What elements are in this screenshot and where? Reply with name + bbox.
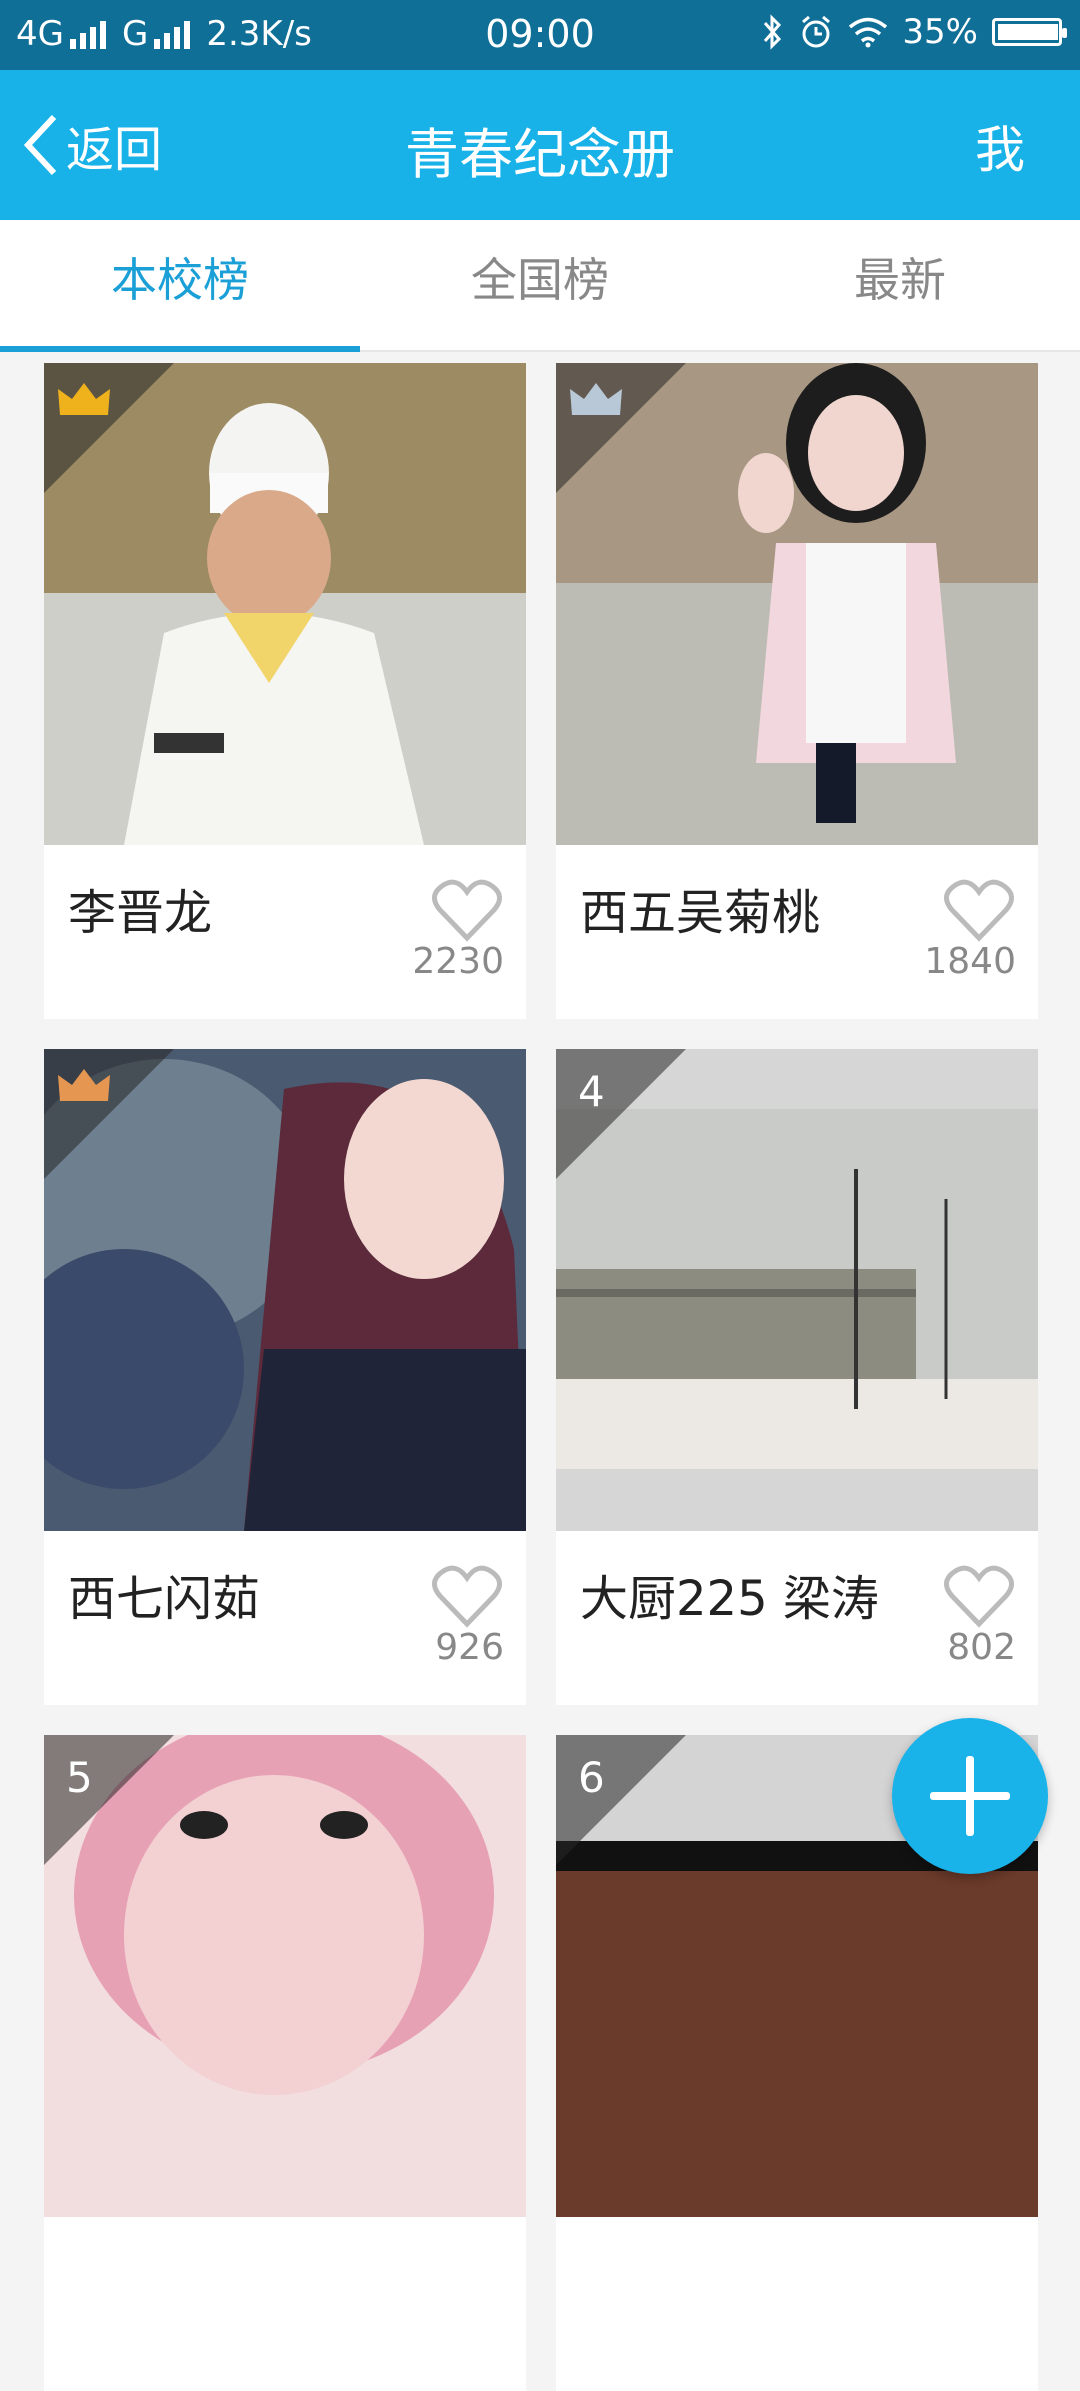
entry-card[interactable]: 4 大厨225 梁涛 802 — [556, 1049, 1038, 1705]
heart-icon[interactable] — [944, 1564, 1014, 1628]
bronze-crown-icon — [58, 1069, 110, 1101]
rank-corner — [556, 1049, 686, 1179]
entry-card[interactable]: 西五吴菊桃 1840 — [556, 363, 1038, 1019]
tab-latest[interactable]: 最新 — [720, 220, 1080, 350]
ranking-tabs: 本校榜 全国榜 最新 — [0, 220, 1080, 352]
add-button[interactable] — [892, 1718, 1048, 1874]
bluetooth-icon — [764, 14, 782, 50]
status-bar: 4G G 2.3K/s 09:00 35% — [0, 0, 1080, 70]
entry-name: 西五吴菊桃 — [580, 885, 821, 941]
entry-card[interactable]: 李晋龙 2230 — [44, 363, 526, 1019]
me-button[interactable]: 我 — [975, 110, 1025, 182]
status-icons: 35% — [762, 12, 1067, 52]
battery-percent: 35% — [902, 12, 978, 52]
like-count: 1840 — [924, 941, 1016, 982]
heart-icon[interactable] — [432, 878, 502, 942]
like-count: 926 — [435, 1627, 504, 1668]
rank-number: 4 — [578, 1067, 605, 1116]
entry-card[interactable]: 5 — [44, 1735, 526, 2391]
heart-icon[interactable] — [432, 1564, 502, 1628]
rank-number: 5 — [66, 1753, 93, 1802]
entry-name: 西七闪茹 — [68, 1571, 261, 1627]
tab-school-ranking[interactable]: 本校榜 — [0, 220, 360, 352]
silver-crown-icon — [570, 383, 622, 415]
entry-name: 李晋龙 — [68, 885, 213, 941]
like-count: 802 — [947, 1627, 1016, 1668]
wifi-icon — [849, 17, 888, 48]
rank-corner — [44, 1735, 174, 1865]
heart-icon[interactable] — [944, 878, 1014, 942]
entry-name: 大厨225 梁涛 — [580, 1571, 879, 1627]
rank-number: 6 — [578, 1753, 605, 1802]
entry-card[interactable]: 西七闪茹 926 — [44, 1049, 526, 1705]
rank-corner — [556, 1735, 686, 1865]
gold-crown-icon — [58, 383, 110, 415]
alarm-icon — [802, 15, 831, 48]
app-header: 返回 青春纪念册 我 — [0, 70, 1080, 220]
tab-national-ranking[interactable]: 全国榜 — [360, 220, 720, 350]
battery-icon — [992, 18, 1067, 46]
page-title: 青春纪念册 — [405, 123, 675, 186]
like-count: 2230 — [412, 941, 504, 982]
